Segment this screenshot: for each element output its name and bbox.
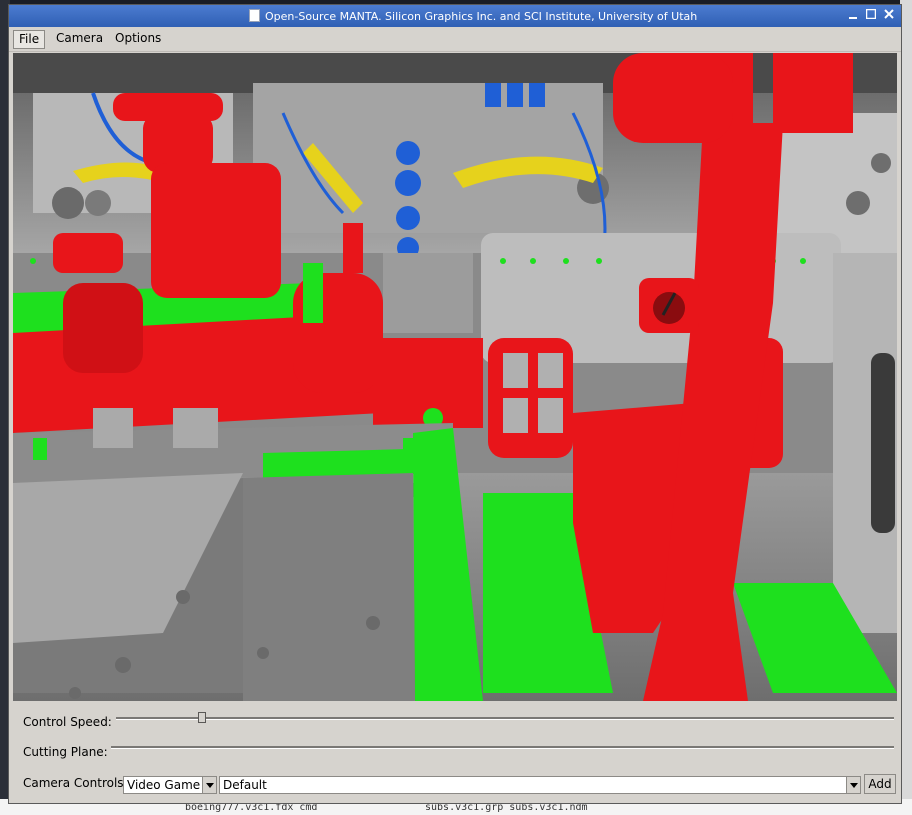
minimize-icon — [849, 17, 857, 19]
menu-bar: File Camera Options — [9, 27, 901, 52]
cutting-plane-label: Cutting Plane: — [23, 745, 108, 759]
menu-camera[interactable]: Camera — [51, 30, 108, 47]
camera-mode-dropdown[interactable]: Video Game — [123, 776, 217, 794]
control-speed-slider[interactable] — [116, 717, 894, 720]
maximize-icon — [866, 9, 876, 19]
chevron-down-icon[interactable] — [202, 777, 216, 793]
control-speed-label: Control Speed: — [23, 715, 112, 729]
menu-options[interactable]: Options — [110, 30, 166, 47]
close-icon — [884, 9, 894, 19]
control-panel: Control Speed: Cutting Plane: Camera Con… — [9, 705, 901, 803]
camera-mode-value: Video Game — [127, 778, 201, 792]
chevron-down-icon[interactable] — [846, 777, 860, 793]
add-button[interactable]: Add — [864, 774, 896, 794]
render-viewport[interactable] — [13, 53, 897, 701]
camera-preset-value: Default — [223, 778, 267, 792]
maximize-button[interactable] — [863, 8, 879, 23]
camera-preset-dropdown[interactable]: Default — [219, 776, 861, 794]
menu-file[interactable]: File — [13, 30, 46, 49]
document-icon — [249, 9, 260, 22]
control-speed-slider-thumb[interactable] — [197, 712, 206, 723]
camera-controls-label: Camera Controls: — [23, 776, 128, 790]
cockpit-render — [13, 53, 897, 701]
window-title: Open-Source MANTA. Silicon Graphics Inc.… — [265, 10, 698, 23]
cutting-plane-slider[interactable] — [111, 746, 894, 749]
minimize-button[interactable] — [845, 8, 861, 23]
title-bar[interactable]: Open-Source MANTA. Silicon Graphics Inc.… — [9, 5, 901, 27]
close-button[interactable] — [881, 8, 897, 23]
manta-window: Open-Source MANTA. Silicon Graphics Inc.… — [8, 4, 902, 804]
